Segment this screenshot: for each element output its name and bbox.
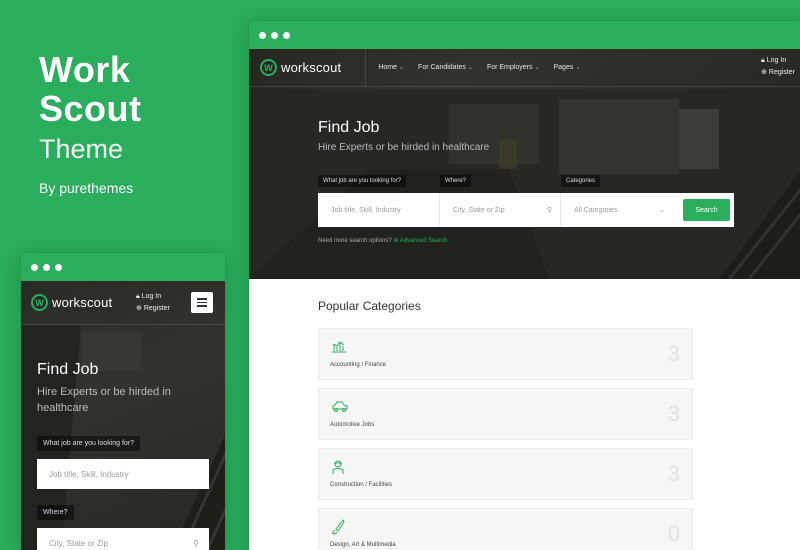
desktop-topnav: W workscout Home ⌄ For Candidates ⌄ For Em… [249,49,800,87]
mobile-hero: W workscout 🔒︎ Log In ⊕ Register Find Jo… [21,281,225,550]
label-categories: Categories [561,175,601,187]
location-input[interactable]: City, State or Zip ⚲ [440,193,561,227]
window-dot-icon [259,31,266,39]
brand-block: Work Scout Theme By purethemes [39,50,142,196]
brand-theme-label: Theme [39,134,124,164]
mobile-label-where: Where? [37,505,74,520]
brand-byline: By purethemes [39,180,134,196]
category-card[interactable]: Automotive Jobs 3 [318,388,693,440]
search-button[interactable]: Search [683,199,730,221]
login-link[interactable]: 🔒︎ Log In [761,55,795,67]
mobile-logo[interactable]: W workscout [31,294,112,311]
logo-text: workscout [52,295,113,310]
logo[interactable]: W workscout [260,59,341,76]
menu-item-for-candidates[interactable]: For Candidates ⌄ [418,64,473,71]
car-icon [331,399,349,415]
label-where: Where? [440,175,472,187]
category-card[interactable]: Accounting / Finance 3 [318,328,693,380]
category-label: Construction / Facilities [330,482,393,488]
account-links: 🔒︎ Log In ⊕ Register [761,55,795,79]
hero-title: Find Job [318,119,380,136]
menu-item-for-employers[interactable]: For Employers ⌄ [487,64,540,71]
desktop-window-bar [249,21,800,49]
category-count: 3 [667,401,680,426]
worker-icon [331,459,345,478]
category-card[interactable]: Design, Art & Multimedia 0 [318,508,693,550]
window-dot-icon [283,31,290,39]
window-dot-icon [43,263,50,271]
category-label: Design, Art & Multimedia [330,542,396,548]
desktop-hero: W workscout Home ⌄ For Candidates ⌄ For Em… [249,49,800,279]
chevron-down-icon: ⌄ [399,65,405,71]
register-link[interactable]: ⊕ Register [761,67,795,79]
chevron-down-icon: ⌄ [659,207,665,214]
chevron-down-icon: ⌄ [467,65,473,71]
main-menu: Home ⌄ For Candidates ⌄ For Employers ⌄ Pag… [365,49,580,86]
category-select[interactable]: All Categories ⌄ [561,193,673,227]
search-bar: Job title, Skill, Industry City, State o… [318,193,734,227]
brush-icon [331,519,345,538]
category-label: Accounting / Finance [330,362,387,368]
window-dot-icon [271,31,278,39]
lock-icon: 🔒︎ [136,293,140,300]
popular-categories: Popular Categories Accounting / Finance … [318,299,693,550]
category-count: 3 [667,461,680,486]
logo-mark-icon: W [31,294,48,311]
plus-circle-icon: ⊕ [136,305,142,312]
mobile-account-links: 🔒︎ Log In ⊕ Register [136,291,170,315]
window-dot-icon [55,263,62,271]
mobile-hero-subtitle: Hire Experts or be hirded in healthcare [37,386,171,414]
menu-item-home[interactable]: Home ⌄ [378,64,404,71]
category-card[interactable]: Construction / Facilities 3 [318,448,693,500]
mobile-preview-window: W workscout 🔒︎ Log In ⊕ Register Find Jo… [20,252,226,550]
chart-icon [331,339,347,356]
keyword-input[interactable]: Job title, Skill, Industry [318,193,440,227]
advanced-search-row: Need more search options? ⊕ Advanced Sea… [318,238,448,244]
menu-item-pages[interactable]: Pages ⌄ [553,64,580,71]
mobile-window-bar [21,253,225,281]
mobile-keyword-input[interactable]: Job title, Skill, Industry [37,459,209,489]
category-count: 0 [667,521,680,546]
mobile-topnav: W workscout 🔒︎ Log In ⊕ Register [21,281,225,325]
mobile-label-what: What job are you looking for? [37,436,141,451]
category-label: Automotive Jobs [330,422,375,428]
advanced-search-link[interactable]: ⊕ Advanced Search [393,238,447,244]
logo-text: workscout [281,60,342,75]
desktop-preview-window: W workscout Home ⌄ For Candidates ⌄ For Em… [248,20,800,550]
map-pin-icon: ⚲ [546,207,552,214]
hamburger-menu-icon[interactable] [191,292,213,313]
mobile-login-link[interactable]: 🔒︎ Log In [136,291,170,303]
window-dot-icon [31,263,38,271]
chevron-down-icon: ⌄ [575,65,581,71]
plus-circle-icon: ⊕ [761,69,767,76]
mobile-location-input[interactable]: City, State or Zip ⚲ [37,528,209,550]
mobile-register-link[interactable]: ⊕ Register [136,303,170,315]
logo-mark-icon: W [260,59,277,76]
brand-title-line1: Work [39,49,131,90]
hero-subtitle: Hire Experts or be hirded in healthcare [318,142,490,153]
brand-title-line2: Scout [39,88,142,129]
chevron-down-icon: ⌄ [534,65,540,71]
category-count: 3 [667,341,680,366]
map-pin-icon: ⚲ [193,538,199,548]
lock-icon: 🔒︎ [761,57,765,64]
label-what: What job are you looking for? [318,175,407,187]
mobile-hero-title: Find Job [37,361,99,378]
popular-categories-title: Popular Categories [318,299,421,313]
